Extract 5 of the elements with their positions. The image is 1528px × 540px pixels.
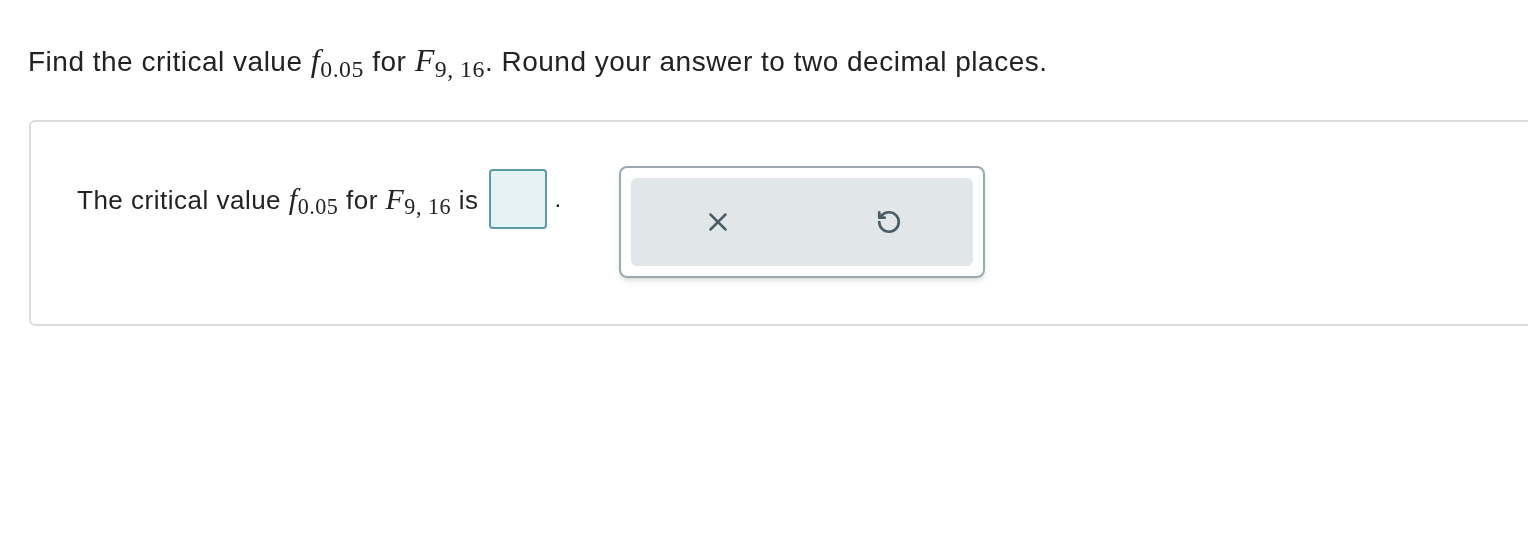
- answer-field[interactable]: [488, 169, 547, 229]
- question-text: Find the critical value f$_{0.05}$ for F$_{9, 16}$. Round your answer to two decimal places.: [28, 42, 1048, 80]
- period-text: .: [554, 184, 562, 214]
- undo-arrow-icon: [875, 209, 902, 235]
- answer-text: The critical value f$_{0.05}$ for F$_{9, 16}$ is: [77, 182, 479, 216]
